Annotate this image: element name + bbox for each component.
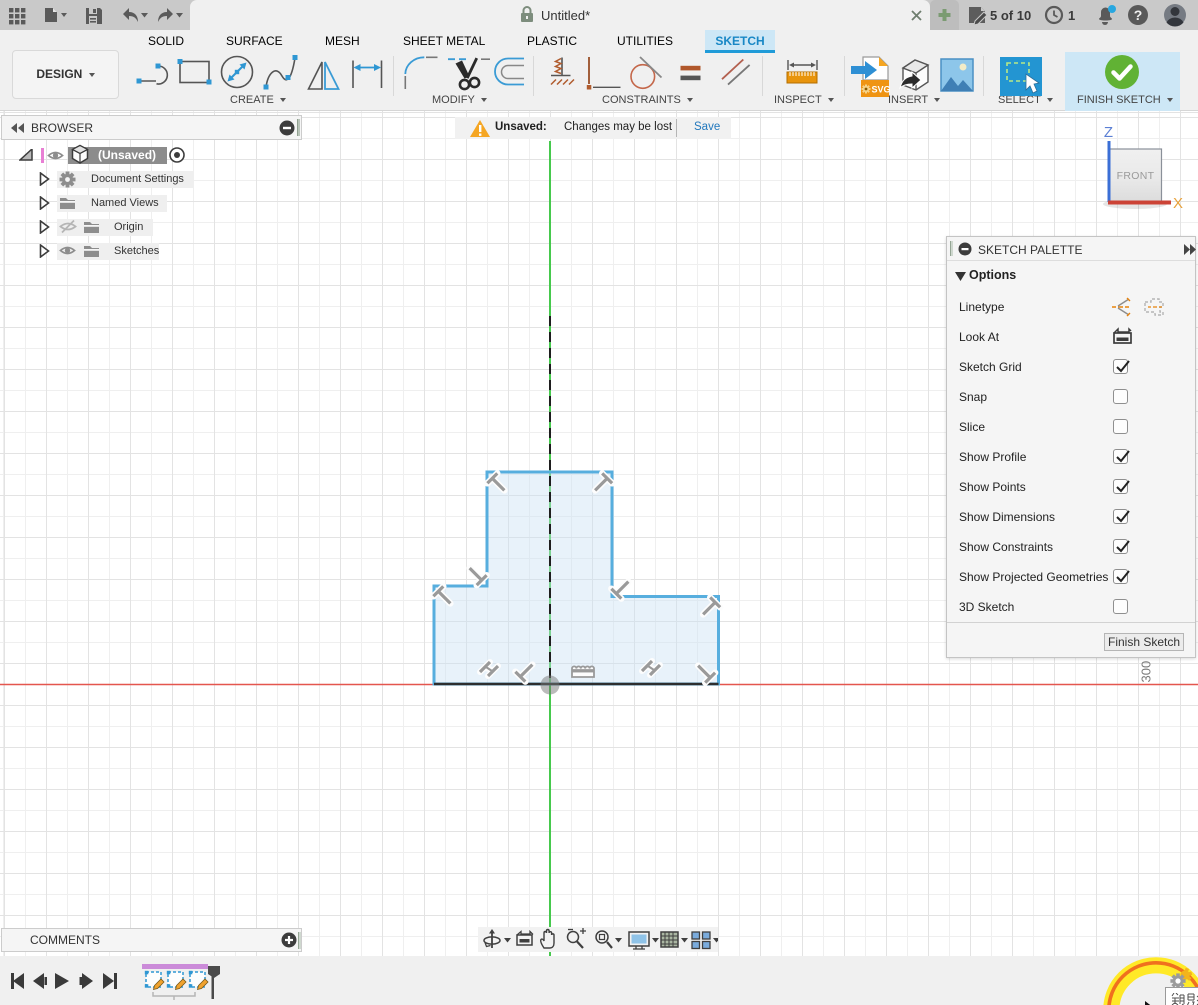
- svg-text:X: X: [1173, 195, 1183, 212]
- svg-text:FRONT: FRONT: [1117, 170, 1155, 182]
- svg-text:?: ?: [1134, 7, 1143, 23]
- svg-text:Z: Z: [1104, 124, 1113, 141]
- svg-text:SVG: SVG: [871, 85, 890, 95]
